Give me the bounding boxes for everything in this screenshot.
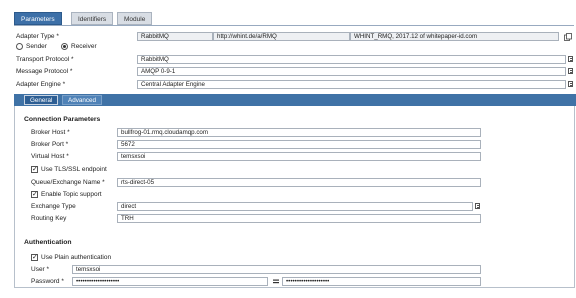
password-input[interactable]: •••••••••••••••••••• xyxy=(72,277,268,286)
tab-advanced[interactable]: Advanced xyxy=(62,95,103,105)
sender-radio[interactable] xyxy=(16,43,23,50)
routing-key-input[interactable]: TRH xyxy=(117,214,481,223)
list-dropdown-icon[interactable] xyxy=(568,81,573,87)
copy-icon[interactable] xyxy=(564,33,572,41)
password-label: Password * xyxy=(31,278,64,285)
queue-name-label: Queue/Exchange Name * xyxy=(31,179,105,186)
broker-port-input[interactable]: 5672 xyxy=(117,140,481,149)
topic-support-label: Enable Topic support xyxy=(41,191,102,198)
adapter-type-label: Adapter Type * xyxy=(16,33,59,40)
adapter-type-version-field: WHINT_RMQ, 2017.12 of whitepaper-id.com xyxy=(350,32,559,41)
authentication-heading: Authentication xyxy=(24,239,72,246)
routing-key-label: Routing Key xyxy=(31,215,67,222)
password-confirm-input[interactable]: •••••••••••••••••••• xyxy=(282,277,481,286)
tab-identifiers[interactable]: Identifiers xyxy=(71,12,114,25)
connection-parameters-heading: Connection Parameters xyxy=(24,116,101,123)
transport-protocol-select[interactable]: RabbitMQ xyxy=(137,55,566,64)
exchange-type-label: Exchange Type xyxy=(31,203,76,210)
user-label: User * xyxy=(31,266,50,273)
message-protocol-select[interactable]: AMQP 0-9-1 xyxy=(137,67,566,76)
adapter-engine-label: Adapter Engine * xyxy=(16,81,66,88)
plain-auth-checkbox[interactable]: ✓ xyxy=(31,254,38,261)
receiver-radio[interactable] xyxy=(61,43,68,50)
transport-protocol-label: Transport Protocol * xyxy=(16,56,74,63)
tab-general[interactable]: General xyxy=(24,95,59,105)
user-input[interactable]: temsxsoi xyxy=(72,265,481,274)
receiver-label: Receiver xyxy=(71,43,97,50)
adapter-type-name-field: RabbitMQ xyxy=(137,32,213,41)
message-protocol-label: Message Protocol * xyxy=(16,68,73,75)
list-dropdown-icon[interactable] xyxy=(568,56,573,62)
tls-checkbox[interactable]: ✓ xyxy=(31,166,38,173)
virtual-host-label: Virtual Host * xyxy=(31,153,69,160)
equals-icon xyxy=(273,279,279,284)
tab-divider xyxy=(14,25,574,26)
broker-host-label: Broker Host * xyxy=(31,129,70,136)
adapter-engine-select[interactable]: Central Adapter Engine xyxy=(137,80,566,89)
list-dropdown-icon[interactable] xyxy=(475,203,480,209)
virtual-host-input[interactable]: temsxsoi xyxy=(117,152,481,161)
tab-parameters[interactable]: Parameters xyxy=(14,12,62,25)
broker-port-label: Broker Port * xyxy=(31,141,69,148)
tab-module[interactable]: Module xyxy=(117,12,153,25)
exchange-type-select[interactable]: direct xyxy=(117,202,473,211)
queue-name-input[interactable]: rts-direct-05 xyxy=(117,178,481,187)
list-dropdown-icon[interactable] xyxy=(568,68,573,74)
tls-label: Use TLS/SSL endpoint xyxy=(41,166,107,173)
broker-host-input[interactable]: bullfrog-01.rmq.cloudamqp.com xyxy=(117,128,481,137)
adapter-type-namespace-field: http://whint.de/a/RMQ xyxy=(213,32,350,41)
plain-auth-label: Use Plain authentication xyxy=(41,254,112,261)
sender-label: Sender xyxy=(26,43,47,50)
topic-support-checkbox[interactable]: ✓ xyxy=(31,191,38,198)
